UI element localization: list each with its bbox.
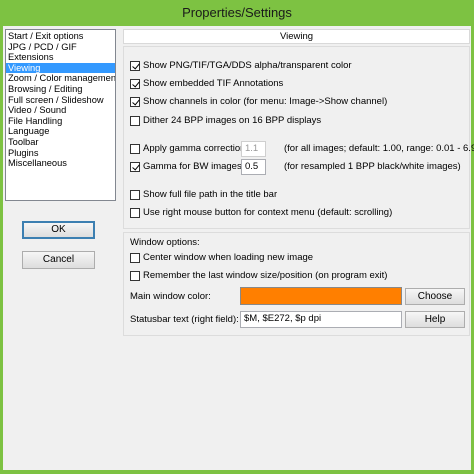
category-item-viewing[interactable]: Viewing <box>6 62 115 74</box>
section-header: Viewing <box>123 29 470 44</box>
statusbar-text-label: Statusbar text (right field): <box>130 314 239 325</box>
remember-window-label: Remember the last window size/position (… <box>143 270 388 281</box>
gamma-bw-note: (for resampled 1 BPP black/white images) <box>284 161 461 172</box>
category-item-start-exit[interactable]: Start / Exit options <box>6 31 115 42</box>
gamma-correction-note: (for all images; default: 1.00, range: 0… <box>284 143 474 154</box>
alpha-transparent-checkbox[interactable] <box>130 61 140 71</box>
category-item-file-handling[interactable]: File Handling <box>6 116 115 127</box>
remember-window-checkbox[interactable] <box>130 271 140 281</box>
window-frame-bottom <box>0 470 474 474</box>
right-mouse-label: Use right mouse button for context menu … <box>143 207 393 218</box>
cancel-button[interactable]: Cancel <box>22 251 95 269</box>
help-button[interactable]: Help <box>405 311 465 328</box>
channels-color-checkbox[interactable] <box>130 97 140 107</box>
title-bar[interactable]: Properties/Settings <box>0 0 474 26</box>
gamma-correction-checkbox[interactable] <box>130 144 140 154</box>
category-item-toolbar[interactable]: Toolbar <box>6 137 115 148</box>
window-title: Properties/Settings <box>182 5 292 20</box>
dither-checkbox[interactable] <box>130 116 140 126</box>
window-frame-left <box>0 26 3 474</box>
main-window-color-swatch[interactable] <box>240 287 402 305</box>
category-item-language[interactable]: Language <box>6 126 115 137</box>
gamma-correction-input[interactable]: 1.1 <box>241 141 266 157</box>
category-item-fullscreen-slideshow[interactable]: Full screen / Slideshow <box>6 95 115 106</box>
category-item-extensions[interactable]: Extensions <box>6 52 115 63</box>
choose-color-button[interactable]: Choose <box>405 288 465 305</box>
gamma-bw-checkbox[interactable] <box>130 162 140 172</box>
gamma-bw-label: Gamma for BW images: <box>143 161 245 172</box>
tif-annotations-label: Show embedded TIF Annotations <box>143 78 284 89</box>
category-item-zoom-color[interactable]: Zoom / Color management <box>6 73 115 84</box>
full-path-checkbox[interactable] <box>130 190 140 200</box>
category-item-miscellaneous[interactable]: Miscellaneous <box>6 158 115 169</box>
dither-label: Dither 24 BPP images on 16 BPP displays <box>143 115 322 126</box>
gamma-bw-input[interactable]: 0.5 <box>241 159 266 175</box>
main-window-color-label: Main window color: <box>130 291 211 302</box>
right-mouse-checkbox[interactable] <box>130 208 140 218</box>
alpha-transparent-label: Show PNG/TIF/TGA/DDS alpha/transparent c… <box>143 60 352 71</box>
statusbar-text-input[interactable]: $M, $E272, $p dpi <box>240 311 402 328</box>
category-item-video-sound[interactable]: Video / Sound <box>6 105 115 116</box>
viewing-options-group <box>123 46 470 229</box>
center-window-label: Center window when loading new image <box>143 252 314 263</box>
category-item-browsing-editing[interactable]: Browsing / Editing <box>6 84 115 95</box>
gamma-correction-label: Apply gamma correction: <box>143 143 249 154</box>
channels-color-label: Show channels in color (for menu: Image-… <box>143 96 388 107</box>
window-options-title: Window options: <box>130 237 200 248</box>
category-item-plugins[interactable]: Plugins <box>6 148 115 159</box>
category-item-jpg-pcd-gif[interactable]: JPG / PCD / GIF <box>6 42 115 53</box>
center-window-checkbox[interactable] <box>130 253 140 263</box>
ok-button[interactable]: OK <box>22 221 95 239</box>
category-list[interactable]: Start / Exit options JPG / PCD / GIF Ext… <box>5 29 116 201</box>
tif-annotations-checkbox[interactable] <box>130 79 140 89</box>
full-path-label: Show full file path in the title bar <box>143 189 278 200</box>
